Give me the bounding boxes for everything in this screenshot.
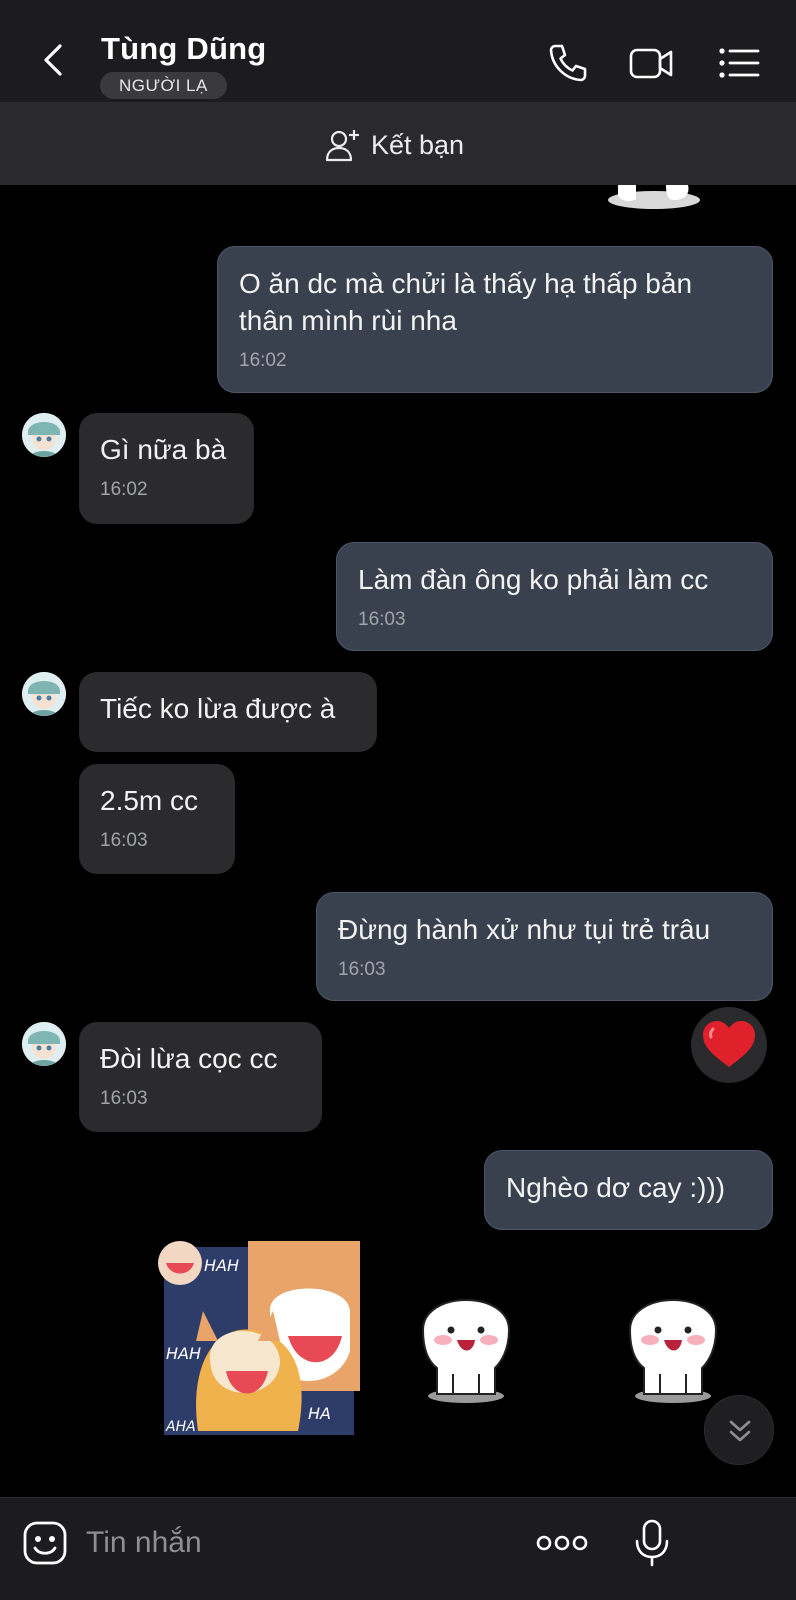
list-menu-icon[interactable]	[716, 40, 762, 86]
add-friend-bar: Kết bạn	[0, 103, 796, 185]
message-bubble-incoming[interactable]: Đòi lừa cọc cc 16:03	[79, 1022, 322, 1132]
message-text: Tiếc ko lừa được à	[100, 693, 336, 724]
message-text: O ăn dc mà chửi là thấy hạ thấp bản thân…	[239, 268, 693, 336]
svg-text:HAH: HAH	[166, 1344, 201, 1363]
avatar-image	[22, 1022, 66, 1066]
message-time: 16:03	[100, 1088, 148, 1109]
message-text: Đòi lừa cọc cc	[100, 1043, 278, 1074]
sticker-partial	[608, 185, 700, 209]
avatar[interactable]	[22, 672, 66, 716]
back-icon[interactable]	[34, 40, 74, 80]
svg-text:HA: HA	[308, 1404, 331, 1423]
message-text: Nghèo dơ cay :)))	[506, 1172, 726, 1203]
reaction-button[interactable]	[691, 1007, 767, 1083]
white-blob-sticker[interactable]	[403, 1270, 529, 1406]
svg-text:AHA: AHA	[165, 1419, 196, 1435]
more-options-icon[interactable]	[536, 1528, 588, 1558]
double-chevron-down-icon	[729, 1420, 751, 1442]
message-bubble-outgoing[interactable]: Nghèo dơ cay :)))	[484, 1150, 773, 1230]
message-time: 16:03	[338, 959, 386, 980]
add-friend-label: Kết bạn	[371, 129, 465, 160]
contact-name[interactable]: Tùng Dũng	[101, 31, 266, 67]
message-bubble-outgoing[interactable]: Làm đàn ông ko phải làm cc 16:03	[336, 542, 773, 651]
message-text: Đừng hành xử như tụi trẻ trâu	[338, 914, 711, 945]
stranger-badge: NGƯỜI LẠ	[100, 72, 227, 99]
avatar-image	[22, 413, 66, 457]
avatar[interactable]	[22, 413, 66, 457]
add-friend-button[interactable]: Kết bạn	[325, 127, 464, 163]
scroll-to-bottom-button[interactable]	[704, 1395, 774, 1465]
message-input-bar	[0, 1497, 796, 1600]
message-bubble-incoming[interactable]: 2.5m cc 16:03	[79, 764, 235, 874]
message-text: Làm đàn ông ko phải làm cc	[358, 564, 709, 595]
laughing-dogs-sticker[interactable]: HAH HAH HA AHA	[158, 1241, 360, 1441]
message-input[interactable]	[86, 1516, 506, 1570]
message-time: 16:03	[100, 830, 148, 851]
add-person-icon	[325, 130, 359, 162]
video-icon[interactable]	[628, 40, 674, 86]
message-bubble-incoming[interactable]: Tiếc ko lừa được à	[79, 672, 377, 752]
message-time: 16:03	[358, 609, 406, 630]
white-blob-sticker[interactable]	[610, 1270, 736, 1406]
heart-icon	[703, 1021, 755, 1067]
message-time: 16:02	[100, 479, 148, 500]
svg-text:HAH: HAH	[204, 1256, 239, 1275]
message-bubble-incoming[interactable]: Gì nữa bà 16:02	[79, 413, 254, 524]
message-text: Gì nữa bà	[100, 434, 227, 465]
message-text: 2.5m cc	[100, 785, 199, 816]
avatar[interactable]	[22, 1022, 66, 1066]
chat-header: Tùng Dũng NGƯỜI LẠ	[0, 0, 796, 103]
message-time: 16:02	[239, 350, 287, 371]
message-bubble-outgoing[interactable]: O ăn dc mà chửi là thấy hạ thấp bản thân…	[217, 246, 773, 393]
message-list[interactable]: O ăn dc mà chửi là thấy hạ thấp bản thân…	[0, 185, 796, 1497]
avatar-image	[22, 672, 66, 716]
message-bubble-outgoing[interactable]: Đừng hành xử như tụi trẻ trâu 16:03	[316, 892, 773, 1001]
microphone-icon[interactable]	[633, 1519, 671, 1567]
emoji-icon[interactable]	[22, 1520, 68, 1566]
phone-icon[interactable]	[545, 40, 591, 86]
